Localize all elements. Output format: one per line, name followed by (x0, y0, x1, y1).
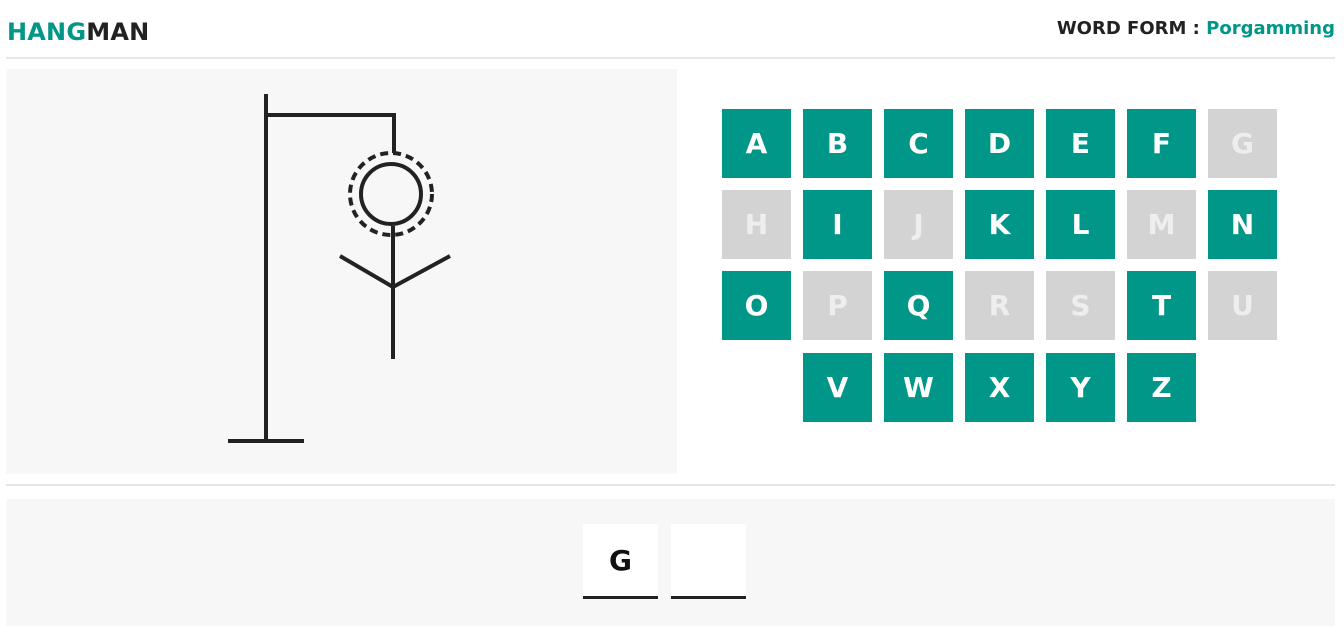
key-n[interactable]: N (1208, 190, 1277, 259)
key-v[interactable]: V (803, 353, 872, 422)
key-m[interactable]: M (1127, 190, 1196, 259)
hangman-head (359, 162, 423, 226)
key-s[interactable]: S (1046, 271, 1115, 340)
key-u[interactable]: U (1208, 271, 1277, 340)
word-form-info: WORD FORM : Porgamming (1057, 18, 1335, 39)
key-z[interactable]: Z (1127, 353, 1196, 422)
section-divider (6, 484, 1335, 486)
key-r[interactable]: R (965, 271, 1034, 340)
app-logo: HANGMAN (7, 18, 149, 46)
word-display-panel: G (6, 499, 1335, 626)
hangman-drawing-panel (6, 69, 677, 474)
hangman-left-arm (338, 254, 395, 289)
hangman-figure (228, 94, 451, 443)
keyboard-row-3: OPQRSTU (722, 271, 1278, 340)
key-p[interactable]: P (803, 271, 872, 340)
key-i[interactable]: I (803, 190, 872, 259)
key-j[interactable]: J (884, 190, 953, 259)
key-f[interactable]: F (1127, 109, 1196, 178)
key-h[interactable]: H (722, 190, 791, 259)
app-header: HANGMAN WORD FORM : Porgamming (6, 0, 1335, 59)
hangman-right-arm (392, 254, 451, 289)
key-l[interactable]: L (1046, 190, 1115, 259)
word-letter-slot: G (583, 524, 658, 599)
key-x[interactable]: X (965, 353, 1034, 422)
keyboard-row-2: HIJKLMN (722, 190, 1278, 259)
keyboard-row-1: ABCDEFG (722, 109, 1278, 178)
word-form-value: Porgamming (1206, 18, 1335, 39)
logo-part-man: MAN (86, 18, 150, 46)
key-b[interactable]: B (803, 109, 872, 178)
key-q[interactable]: Q (884, 271, 953, 340)
word-form-label: WORD FORM : (1056, 18, 1207, 39)
key-c[interactable]: C (884, 109, 953, 178)
key-a[interactable]: A (722, 109, 791, 178)
word-letter-slot (671, 524, 746, 599)
key-o[interactable]: O (722, 271, 791, 340)
logo-part-hang: HANG (7, 18, 87, 46)
key-d[interactable]: D (965, 109, 1034, 178)
key-e[interactable]: E (1046, 109, 1115, 178)
key-w[interactable]: W (884, 353, 953, 422)
keyboard-row-4: VWXYZ (722, 353, 1278, 422)
key-y[interactable]: Y (1046, 353, 1115, 422)
key-t[interactable]: T (1127, 271, 1196, 340)
key-g[interactable]: G (1208, 109, 1277, 178)
key-k[interactable]: K (965, 190, 1034, 259)
